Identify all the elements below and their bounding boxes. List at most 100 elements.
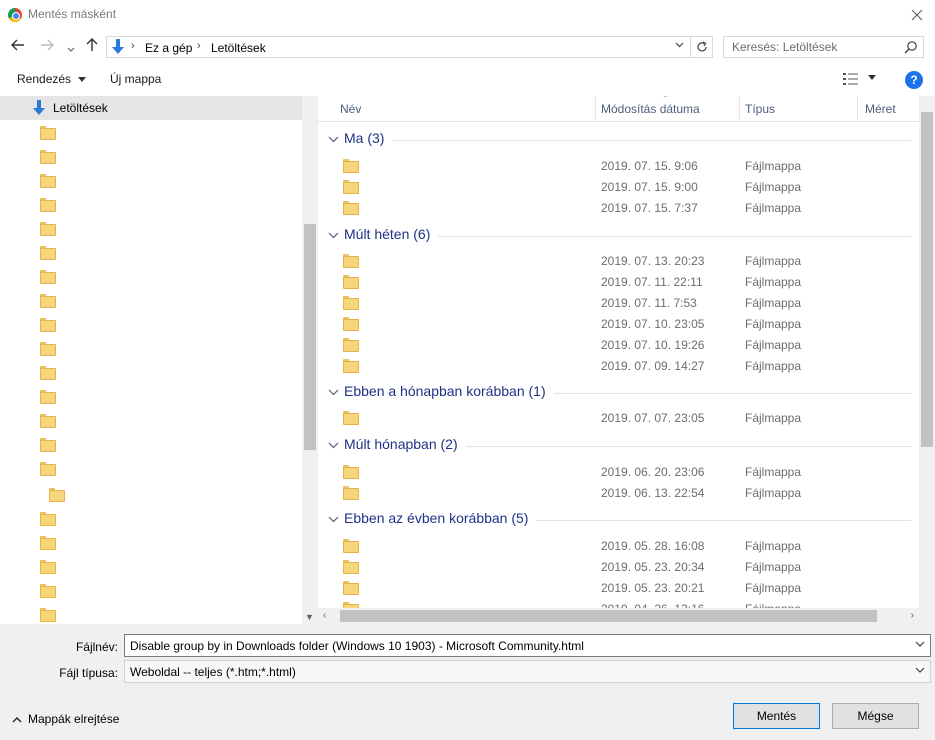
breadcrumb-this-pc[interactable]: Ez a gép bbox=[145, 41, 192, 55]
folder-icon[interactable] bbox=[40, 150, 56, 164]
file-row[interactable]: 2019. 07. 15. 9:06 Fájlmappa bbox=[318, 155, 919, 176]
hide-folders-toggle[interactable]: Mappák elrejtése bbox=[12, 712, 119, 726]
search-box[interactable] bbox=[723, 36, 924, 58]
group-header[interactable]: Ma (3) bbox=[328, 130, 919, 150]
folder-icon[interactable] bbox=[40, 608, 56, 622]
file-row[interactable]: 2019. 06. 20. 23:06 Fájlmappa bbox=[318, 461, 919, 482]
folder-icon[interactable] bbox=[40, 560, 56, 574]
address-bar[interactable]: › Ez a gép › Letöltések bbox=[106, 36, 691, 58]
file-row[interactable]: 2019. 05. 28. 16:08 Fájlmappa bbox=[318, 535, 919, 556]
chevron-down-icon[interactable] bbox=[328, 232, 339, 239]
cancel-button[interactable]: Mégse bbox=[832, 703, 919, 729]
file-hscrollbar-thumb[interactable] bbox=[340, 610, 877, 622]
recent-locations-button[interactable] bbox=[62, 40, 80, 56]
scroll-right-icon[interactable]: › bbox=[911, 610, 914, 621]
filetype-select[interactable]: Weboldal -- teljes (*.htm;*.html) bbox=[124, 660, 931, 683]
filename-value[interactable]: Disable group by in Downloads folder (Wi… bbox=[130, 639, 584, 653]
column-divider[interactable] bbox=[595, 96, 596, 122]
column-divider[interactable] bbox=[857, 96, 858, 122]
folder-icon bbox=[343, 581, 359, 595]
file-scrollbar-thumb[interactable] bbox=[921, 112, 933, 447]
folder-icon[interactable] bbox=[40, 462, 56, 476]
back-button[interactable] bbox=[9, 38, 27, 54]
forward-button[interactable] bbox=[38, 38, 56, 54]
folder-icon bbox=[343, 539, 359, 553]
folder-icon[interactable] bbox=[40, 222, 56, 236]
hide-folders-label: Mappák elrejtése bbox=[28, 712, 120, 726]
folder-icon[interactable] bbox=[49, 488, 65, 502]
nav-item-downloads[interactable]: Letöltések bbox=[0, 96, 302, 120]
folder-icon[interactable] bbox=[40, 270, 56, 284]
folder-icon[interactable] bbox=[40, 126, 56, 140]
search-input[interactable] bbox=[724, 37, 904, 57]
file-row[interactable]: 2019. 07. 11. 7:53 Fájlmappa bbox=[318, 292, 919, 313]
folder-icon[interactable] bbox=[40, 246, 56, 260]
new-folder-button[interactable]: Új mappa bbox=[110, 72, 161, 86]
view-options-icon[interactable] bbox=[843, 72, 859, 86]
search-icon[interactable] bbox=[904, 40, 918, 54]
file-row[interactable]: 2019. 05. 23. 20:21 Fájlmappa bbox=[318, 577, 919, 598]
folder-icon[interactable] bbox=[40, 414, 56, 428]
folder-icon[interactable] bbox=[40, 174, 56, 188]
file-type: Fájlmappa bbox=[745, 275, 802, 289]
column-header-type[interactable]: Típus bbox=[745, 102, 775, 116]
group-header[interactable]: Múlt héten (6) bbox=[328, 226, 919, 246]
folder-icon[interactable] bbox=[40, 318, 56, 332]
chevron-down-icon bbox=[915, 667, 925, 673]
view-dropdown[interactable] bbox=[868, 72, 876, 83]
file-list-pane[interactable]: Név ⌃ Módosítás dátuma Típus Méret Ma (3… bbox=[318, 96, 935, 624]
organize-button[interactable]: Rendezés bbox=[17, 72, 87, 86]
column-header-modified[interactable]: Módosítás dátuma bbox=[601, 102, 700, 116]
save-button[interactable]: Mentés bbox=[733, 703, 820, 729]
chevron-down-icon[interactable] bbox=[328, 136, 339, 143]
help-icon[interactable]: ? bbox=[905, 71, 923, 89]
file-row[interactable]: 2019. 07. 11. 22:11 Fájlmappa bbox=[318, 271, 919, 292]
column-divider[interactable] bbox=[739, 96, 740, 122]
folder-icon[interactable] bbox=[40, 366, 56, 380]
folder-icon[interactable] bbox=[40, 294, 56, 308]
refresh-icon bbox=[696, 41, 707, 52]
chevron-down-icon[interactable] bbox=[328, 442, 339, 449]
file-scrollbar-horizontal[interactable]: ‹ › bbox=[318, 608, 919, 624]
close-button[interactable] bbox=[899, 0, 935, 30]
window-title: Mentés másként bbox=[28, 7, 117, 21]
folder-icon[interactable] bbox=[40, 198, 56, 212]
chevron-down-icon[interactable] bbox=[328, 389, 339, 396]
scroll-left-icon[interactable]: ‹ bbox=[323, 610, 326, 621]
file-row[interactable]: 2019. 07. 13. 20:23 Fájlmappa bbox=[318, 250, 919, 271]
folder-icon[interactable] bbox=[40, 342, 56, 356]
filetype-dropdown[interactable] bbox=[915, 665, 925, 676]
folder-icon[interactable] bbox=[40, 512, 56, 526]
file-row[interactable]: 2019. 07. 10. 23:05 Fájlmappa bbox=[318, 313, 919, 334]
file-row[interactable]: 2019. 06. 13. 22:54 Fájlmappa bbox=[318, 482, 919, 503]
navigation-pane[interactable]: Letöltések ▼ bbox=[0, 96, 318, 624]
file-scrollbar-vertical[interactable] bbox=[919, 96, 935, 608]
file-row[interactable]: 2019. 07. 15. 9:00 Fájlmappa bbox=[318, 176, 919, 197]
group-header[interactable]: Ebben az évben korábban (5) bbox=[328, 510, 919, 530]
filename-field[interactable]: Disable group by in Downloads folder (Wi… bbox=[124, 634, 931, 657]
file-row[interactable]: 2019. 07. 15. 7:37 Fájlmappa bbox=[318, 197, 919, 218]
nav-scrollbar[interactable]: ▼ bbox=[302, 96, 318, 624]
filename-dropdown[interactable] bbox=[915, 639, 925, 650]
column-header-name[interactable]: Név bbox=[340, 102, 361, 116]
column-header-size[interactable]: Méret bbox=[865, 102, 896, 116]
nav-scrollbar-thumb[interactable] bbox=[304, 224, 316, 450]
breadcrumb-downloads[interactable]: Letöltések bbox=[211, 41, 266, 55]
folder-icon bbox=[343, 411, 359, 425]
scroll-down-icon[interactable]: ▼ bbox=[305, 612, 314, 622]
folder-icon[interactable] bbox=[40, 438, 56, 452]
folder-icon[interactable] bbox=[40, 536, 56, 550]
file-row[interactable]: 2019. 07. 09. 14:27 Fájlmappa bbox=[318, 355, 919, 376]
chevron-down-icon[interactable] bbox=[328, 516, 339, 523]
group-header[interactable]: Ebben a hónapban korábban (1) bbox=[328, 383, 919, 403]
up-button[interactable] bbox=[83, 38, 101, 55]
file-row[interactable]: 2019. 07. 10. 19:26 Fájlmappa bbox=[318, 334, 919, 355]
refresh-button[interactable] bbox=[691, 36, 713, 58]
file-row[interactable]: 2019. 05. 23. 20:34 Fájlmappa bbox=[318, 556, 919, 577]
group-header[interactable]: Múlt hónapban (2) bbox=[328, 436, 919, 456]
folder-icon[interactable] bbox=[40, 390, 56, 404]
folder-icon[interactable] bbox=[40, 584, 56, 598]
file-row[interactable]: 2019. 07. 07. 23:05 Fájlmappa bbox=[318, 407, 919, 428]
address-dropdown[interactable] bbox=[675, 40, 684, 51]
file-modified-date: 2019. 07. 11. 7:53 bbox=[601, 296, 697, 310]
